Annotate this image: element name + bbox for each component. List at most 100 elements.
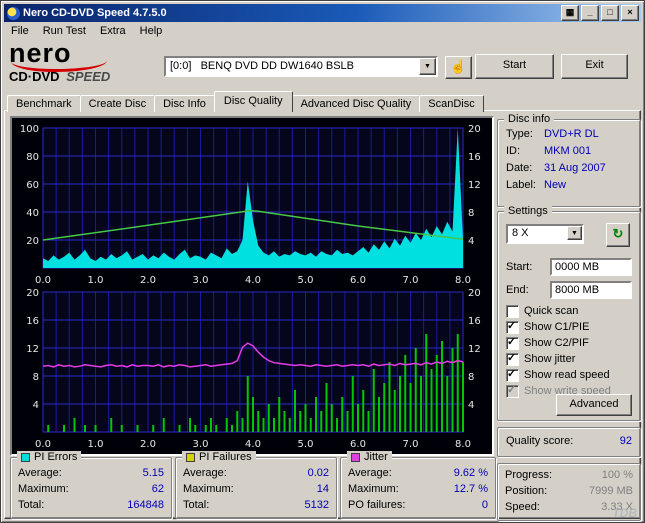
watermark: TDB: [612, 506, 637, 520]
menu-extra[interactable]: Extra: [93, 23, 133, 39]
disc-type-value: DVD+R DL: [544, 128, 599, 140]
quality-score-group: Quality score: 92: [497, 427, 641, 457]
menu-file[interactable]: File: [4, 23, 36, 39]
maximize-button[interactable]: □: [601, 5, 619, 21]
start-button[interactable]: Start: [475, 54, 554, 79]
end-position-input[interactable]: [550, 281, 632, 299]
quality-score-value: 92: [619, 435, 632, 447]
svg-text:3.0: 3.0: [193, 275, 209, 286]
tab-strip: Benchmark Create Disc Disc Info Disc Qua…: [7, 91, 484, 112]
checkbox-show-jitter[interactable]: Show jitter: [506, 351, 636, 366]
svg-text:7.0: 7.0: [403, 439, 419, 450]
svg-text:1.0: 1.0: [88, 439, 104, 450]
tab-disc-info[interactable]: Disc Info: [154, 95, 215, 112]
hand-select-button[interactable]: ☝: [445, 56, 472, 79]
checkbox-show-c1-pie[interactable]: Show C1/PIE: [506, 319, 636, 334]
svg-text:8.0: 8.0: [455, 439, 471, 450]
pi-errors-legend-icon: [21, 452, 30, 462]
disc-info-group: Disc info Type: DVD+R DL ID: MKM 001 Date:…: [497, 113, 641, 207]
svg-text:80: 80: [26, 152, 39, 163]
disc-date-value: 31 Aug 2007: [544, 162, 606, 174]
tab-benchmark[interactable]: Benchmark: [7, 95, 81, 112]
pi-errors-stats-group: PI Errors Average: 5.15 Maximum: 62 Total:…: [10, 451, 172, 519]
stat-row: Maximum: 62: [18, 483, 164, 495]
checkbox-quick-scan[interactable]: Quick scan: [506, 304, 636, 318]
svg-text:1.0: 1.0: [88, 275, 104, 286]
minimize-button[interactable]: _: [581, 5, 599, 21]
svg-text:20: 20: [468, 288, 481, 299]
tab-advanced-disc-quality[interactable]: Advanced Disc Quality: [291, 95, 421, 112]
menu-bar: File Run Test Extra Help: [4, 22, 641, 40]
menu-run-test[interactable]: Run Test: [36, 23, 93, 39]
start-position-input[interactable]: [550, 258, 632, 276]
pi-failures-legend-icon: [186, 452, 195, 462]
close-button[interactable]: ×: [621, 5, 639, 21]
chevron-down-icon[interactable]: ▼: [419, 58, 436, 75]
checkbox-box[interactable]: [506, 304, 519, 318]
group-title: Disc info: [508, 113, 551, 125]
advanced-button[interactable]: Advanced: [556, 394, 632, 416]
svg-text:16: 16: [468, 316, 481, 327]
disc-info-row: ID: MKM 001: [506, 145, 592, 157]
disc-info-row: Type: DVD+R DL: [506, 128, 599, 140]
tab-create-disc[interactable]: Create Disc: [79, 95, 156, 112]
stat-row: Average: 0.02: [183, 467, 329, 479]
stat-row: PO failures: 0: [348, 499, 488, 511]
app-window: Nero CD-DVD Speed 4.7.5.0 ▦ _ □ × File R…: [0, 0, 645, 523]
scan-speed-value: 8 X: [512, 227, 529, 239]
quality-charts-area: 100 80 60 40 20 20 16 12 8 4 0.0 1.0 2.0 3.0 4.0 5.0 6.0…: [10, 116, 494, 456]
group-title: Settings: [508, 205, 548, 217]
svg-text:8: 8: [33, 372, 39, 383]
svg-text:20: 20: [26, 236, 39, 247]
end-position-label: End:: [506, 284, 529, 296]
start-position-label: Start:: [506, 261, 533, 273]
settings-group: Settings 8 X ▼ ↻ Start: End: Quick scan …: [497, 205, 641, 421]
svg-text:8: 8: [468, 372, 474, 383]
tab-page-disc-quality: 100 80 60 40 20 20 16 12 8 4 0.0 1.0 2.0 3.0 4.0 5.0 6.0…: [4, 110, 641, 521]
position-value: 7999 MB: [588, 485, 633, 497]
checkbox-box[interactable]: [506, 335, 519, 350]
scan-speed-combobox[interactable]: 8 X ▼: [506, 224, 584, 244]
svg-text:6.0: 6.0: [350, 275, 366, 286]
stat-row: Maximum: 14: [183, 483, 329, 495]
checkbox-show-c2-pif[interactable]: Show C2/PIF: [506, 335, 636, 350]
refresh-button[interactable]: ↻: [606, 223, 630, 247]
svg-text:20: 20: [26, 288, 39, 299]
disc-label-value: New: [544, 179, 567, 191]
menu-help[interactable]: Help: [133, 23, 170, 39]
checkbox-box[interactable]: [506, 367, 519, 382]
svg-text:4: 4: [468, 236, 474, 247]
checkbox-box[interactable]: [506, 351, 519, 366]
svg-text:6.0: 6.0: [350, 439, 366, 450]
disc-id-value: MKM 001: [544, 145, 592, 157]
svg-text:2.0: 2.0: [140, 275, 156, 286]
tab-scandisc[interactable]: ScanDisc: [419, 95, 484, 112]
group-title: Jitter: [364, 451, 388, 463]
svg-text:16: 16: [468, 152, 481, 163]
stat-row: Average: 9.62 %: [348, 467, 488, 479]
progress-row: Progress: 100 %: [505, 469, 633, 481]
refresh-icon: ↻: [612, 226, 624, 241]
quality-score-label: Quality score:: [506, 435, 574, 447]
group-title: PI Errors: [34, 451, 78, 463]
svg-text:3.0: 3.0: [193, 439, 209, 450]
svg-text:12: 12: [468, 344, 481, 355]
svg-text:2.0: 2.0: [140, 439, 156, 450]
drive-select-combobox[interactable]: [0:0] BENQ DVD DD DW1640 BSLB ▼: [164, 56, 438, 77]
logo-cddvd-text: CD·DVD: [9, 69, 60, 84]
jitter-legend-icon: [351, 452, 360, 462]
svg-text:100: 100: [20, 124, 39, 135]
jitter-stats-group: Jitter Average: 9.62 % Maximum: 12.7 % PO …: [340, 451, 496, 519]
checkbox-show-read-speed[interactable]: Show read speed: [506, 367, 636, 382]
checkbox-box[interactable]: [506, 319, 519, 334]
svg-text:12: 12: [468, 180, 481, 191]
exit-button[interactable]: Exit: [561, 54, 628, 79]
pi-errors-chart: 100 80 60 40 20 20 16 12 8 4 0.0 1.0 2.0 3.0 4.0 5.0 6.0…: [20, 124, 481, 286]
svg-text:7.0: 7.0: [403, 275, 419, 286]
keyboard-icon-button[interactable]: ▦: [561, 5, 579, 21]
logo-speed-text: SPEED: [66, 69, 111, 84]
svg-text:40: 40: [26, 208, 39, 219]
svg-text:4: 4: [468, 400, 474, 411]
tab-disc-quality[interactable]: Disc Quality: [213, 91, 293, 112]
chevron-down-icon[interactable]: ▼: [567, 226, 582, 240]
